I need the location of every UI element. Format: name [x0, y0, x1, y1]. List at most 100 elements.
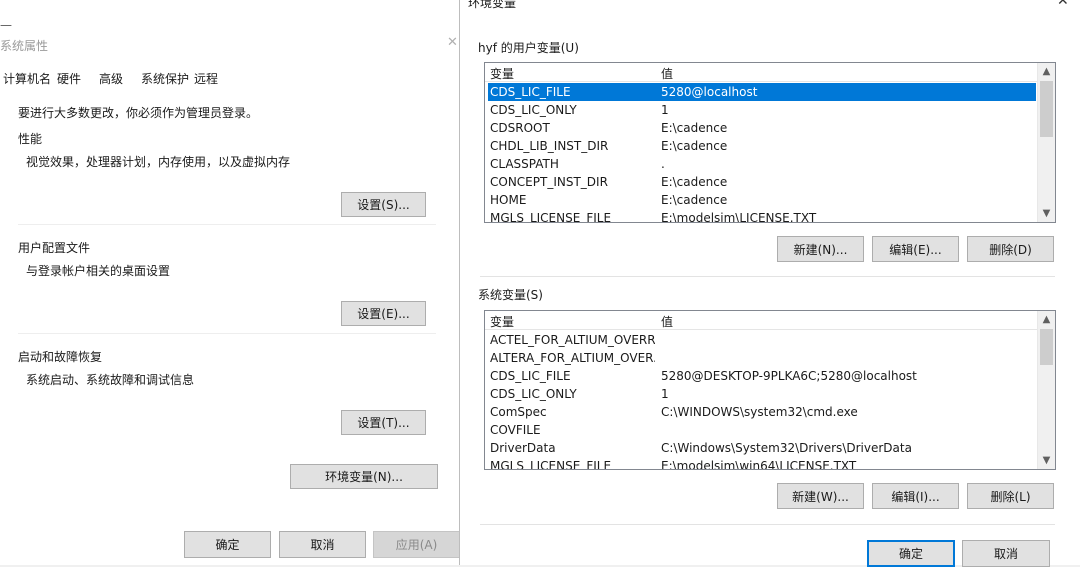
variable-name: CDS_LIC_FILE: [490, 369, 571, 383]
system-variables-list[interactable]: 变量 值 ACTEL_FOR_ALTIUM_OVERR... ALTERA_FOR…: [484, 310, 1056, 470]
variable-value: E:\modelsim\LICENSE.TXT: [661, 211, 817, 223]
admin-notice: 要进行大多数更改，你必须作为管理员登录。: [18, 106, 259, 120]
variable-name: CHDL_LIB_INST_DIR: [490, 139, 609, 153]
variable-name: HOME: [490, 193, 527, 207]
system-variables-label: 系统变量(S): [478, 288, 543, 302]
list-row[interactable]: CDS_LIC_ONLY 1: [488, 101, 1036, 119]
variable-name: ACTEL_FOR_ALTIUM_OVERR...: [490, 333, 655, 347]
list-row[interactable]: COVFILE: [488, 421, 1036, 439]
variable-name: CDS_LIC_ONLY: [490, 387, 577, 401]
system-properties-title: 系统属性: [0, 39, 49, 53]
list-row[interactable]: ACTEL_FOR_ALTIUM_OVERR...: [488, 331, 1036, 349]
column-header-variable[interactable]: 变量: [490, 65, 514, 82]
variable-name: ComSpec: [490, 405, 547, 419]
list-header: 变量 值: [485, 311, 1055, 330]
scroll-down-icon[interactable]: ▼: [1038, 205, 1055, 222]
variable-value: 5280@DESKTOP-9PLKA6C;5280@localhost: [661, 369, 917, 383]
list-row[interactable]: CDS_LIC_FILE 5280@localhost: [488, 83, 1036, 101]
variable-value: 1: [661, 103, 669, 117]
cancel-button[interactable]: 取消: [279, 531, 366, 558]
system-edit-button[interactable]: 编辑(I)...: [872, 483, 959, 509]
system-list-scrollbar[interactable]: ▲ ▼: [1037, 311, 1055, 469]
group-divider: [480, 276, 1055, 277]
list-row[interactable]: CDS_LIC_FILE 5280@DESKTOP-9PLKA6C;5280@lo…: [488, 367, 1036, 385]
apply-button[interactable]: 应用(A): [373, 531, 460, 558]
list-row[interactable]: MGLS_LICENSE_FILE E:\modelsim\LICENSE.TXT: [488, 209, 1036, 223]
user-list-scrollbar[interactable]: ▲ ▼: [1037, 63, 1055, 222]
section-divider: [18, 224, 436, 225]
variable-name: CDS_LIC_FILE: [490, 85, 571, 99]
variable-value: E:\modelsim\win64\LICENSE.TXT: [661, 459, 857, 470]
variable-value: C:\WINDOWS\system32\cmd.exe: [661, 405, 858, 419]
scroll-down-icon[interactable]: ▼: [1038, 452, 1055, 469]
variable-value: E:\cadence: [661, 139, 728, 153]
variable-value: 5280@localhost: [661, 85, 758, 99]
list-row[interactable]: HOME E:\cadence: [488, 191, 1036, 209]
footer-divider: [480, 524, 1055, 525]
variable-name: CONCEPT_INST_DIR: [490, 175, 608, 189]
user-new-button[interactable]: 新建(N)...: [777, 236, 864, 262]
variable-name: CDS_LIC_ONLY: [490, 103, 577, 117]
variable-name: DriverData: [490, 441, 556, 455]
variable-value: E:\cadence: [661, 193, 728, 207]
environment-variables-button[interactable]: 环境变量(N)...: [290, 464, 438, 489]
close-icon[interactable]: ✕: [1057, 0, 1069, 9]
user-variables-list[interactable]: 变量 值 CDS_LIC_FILE 5280@localhost CDS_LIC_O…: [484, 62, 1056, 223]
user-edit-button[interactable]: 编辑(E)...: [872, 236, 959, 262]
variable-value: E:\cadence: [661, 175, 728, 189]
variable-value: C:\Windows\System32\Drivers\DriverData: [661, 441, 912, 455]
performance-description: 视觉效果，处理器计划，内存使用，以及虚拟内存: [26, 155, 291, 169]
variable-name: MGLS_LICENSE_FILE: [490, 459, 612, 470]
variable-name: COVFILE: [490, 423, 541, 437]
list-row[interactable]: CDSROOT E:\cadence: [488, 119, 1036, 137]
environment-variables-dialog: 环境变量 ✕ hyf 的用户变量(U) 变量 值 CDS_LIC_FILE 528…: [459, 0, 1080, 567]
variable-value: E:\cadence: [661, 121, 728, 135]
list-row[interactable]: ComSpec C:\WINDOWS\system32\cmd.exe: [488, 403, 1036, 421]
variable-name: MGLS_LICENSE_FILE: [490, 211, 612, 223]
tab-system-protection[interactable]: 系统保护: [141, 70, 189, 87]
startup-recovery-heading: 启动和故障恢复: [18, 350, 103, 364]
column-header-variable[interactable]: 变量: [490, 313, 514, 330]
system-delete-button[interactable]: 删除(L): [967, 483, 1054, 509]
user-variables-label: hyf 的用户变量(U): [478, 41, 579, 55]
env-ok-button[interactable]: 确定: [867, 540, 955, 567]
startup-recovery-description: 系统启动、系统故障和调试信息: [26, 373, 195, 387]
variable-name: CDSROOT: [490, 121, 550, 135]
tab-advanced[interactable]: 高级: [99, 70, 123, 87]
tab-computer-name[interactable]: 计算机名: [3, 70, 51, 87]
list-row[interactable]: DriverData C:\Windows\System32\Drivers\Dr…: [488, 439, 1036, 457]
column-header-value[interactable]: 值: [661, 65, 673, 82]
tab-remote[interactable]: 远程: [194, 70, 218, 87]
window-control-glyph: —: [0, 18, 12, 32]
user-profiles-heading: 用户配置文件: [18, 241, 91, 255]
column-header-value[interactable]: 值: [661, 313, 673, 330]
variable-name: CLASSPATH: [490, 157, 559, 171]
user-delete-button[interactable]: 删除(D): [967, 236, 1054, 262]
user-profiles-description: 与登录帐户相关的桌面设置: [26, 264, 171, 278]
user-profiles-settings-button[interactable]: 设置(E)...: [341, 301, 426, 326]
list-row[interactable]: MGLS_LICENSE_FILE E:\modelsim\win64\LICEN…: [488, 457, 1036, 470]
scroll-thumb[interactable]: [1040, 81, 1053, 137]
tab-hardware[interactable]: 硬件: [57, 70, 81, 87]
environment-variables-title: 环境变量: [468, 0, 517, 10]
list-row[interactable]: CONCEPT_INST_DIR E:\cadence: [488, 173, 1036, 191]
list-row[interactable]: CDS_LIC_ONLY 1: [488, 385, 1036, 403]
scroll-up-icon[interactable]: ▲: [1038, 311, 1055, 328]
scroll-thumb[interactable]: [1040, 329, 1053, 365]
variable-value: .: [661, 157, 665, 171]
list-row[interactable]: CHDL_LIB_INST_DIR E:\cadence: [488, 137, 1036, 155]
scroll-up-icon[interactable]: ▲: [1038, 63, 1055, 80]
system-properties-dialog: — 系统属性 ✕ 计算机名 硬件 高级 系统保护 远程 要进行大多数更改，你必须…: [0, 0, 460, 565]
list-row[interactable]: ALTERA_FOR_ALTIUM_OVER...: [488, 349, 1036, 367]
performance-heading: 性能: [18, 132, 43, 146]
ok-button[interactable]: 确定: [184, 531, 271, 558]
system-new-button[interactable]: 新建(W)...: [777, 483, 864, 509]
list-row[interactable]: CLASSPATH.: [488, 155, 1036, 173]
section-divider: [18, 333, 436, 334]
env-cancel-button[interactable]: 取消: [962, 540, 1050, 567]
performance-settings-button[interactable]: 设置(S)...: [341, 192, 426, 217]
variable-value: 1: [661, 387, 669, 401]
advanced-tab-panel: 要进行大多数更改，你必须作为管理员登录。 性能 视觉效果，处理器计划，内存使用，…: [0, 90, 440, 510]
close-icon[interactable]: ✕: [447, 35, 458, 50]
startup-recovery-settings-button[interactable]: 设置(T)...: [341, 410, 426, 435]
